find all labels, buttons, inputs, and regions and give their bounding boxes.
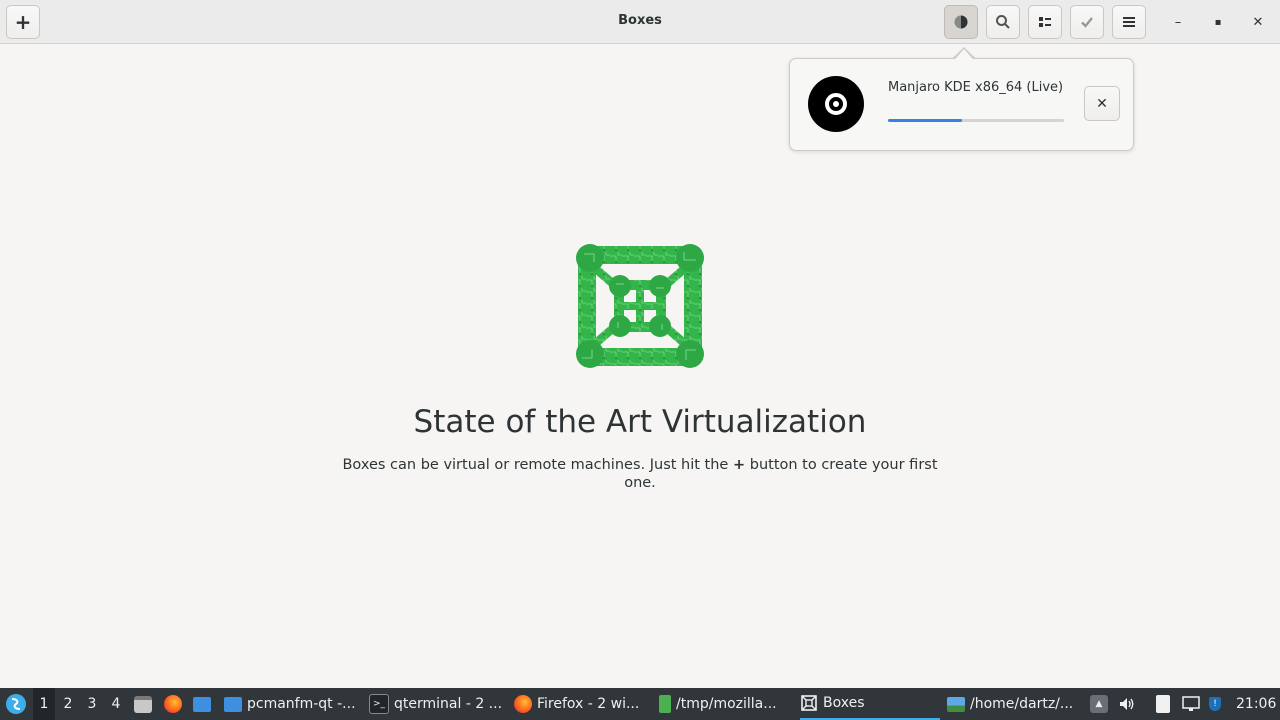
download-progress-fill: [888, 119, 962, 122]
network-button[interactable]: [1182, 688, 1204, 720]
description-plus: +: [732, 457, 746, 473]
main-menu-button[interactable]: [1112, 5, 1146, 39]
tray-expand-button[interactable]: ▲: [1090, 688, 1110, 720]
close-button[interactable]: ✕: [1247, 11, 1269, 33]
downloads-pie-icon: [954, 15, 968, 29]
maximize-icon: ▪: [1214, 16, 1222, 28]
description-text: Boxes can be virtual or remote machines.…: [342, 457, 733, 473]
workspace-label: 2: [63, 696, 73, 712]
workspace-4[interactable]: 4: [105, 688, 127, 720]
task-archive[interactable]: /tmp/mozilla...: [659, 688, 795, 720]
terminal-icon: >_: [369, 694, 389, 714]
clipboard-icon: [1156, 695, 1170, 713]
download-progress-bar: [888, 119, 1064, 122]
minimize-button[interactable]: –: [1167, 11, 1189, 33]
workspace-label: 3: [87, 696, 97, 712]
workspace-label: 4: [111, 696, 121, 712]
empty-state-description: Boxes can be virtual or remote machines.…: [340, 456, 940, 492]
task-label: pcmanfm-qt -...: [247, 696, 356, 712]
updates-button[interactable]: !: [1209, 688, 1227, 720]
network-icon: [1182, 696, 1200, 711]
clock-time: 21:06: [1236, 696, 1277, 712]
download-popover: Manjaro KDE x86_64 (Live) ✕: [789, 58, 1134, 151]
view-toggle-icon: [1039, 17, 1051, 27]
task-label: qterminal - 2 ...: [394, 696, 503, 712]
task-label: Firefox - 2 wi...: [537, 696, 640, 712]
quicklaunch-files[interactable]: [134, 688, 154, 720]
volume-button[interactable]: [1118, 688, 1140, 720]
folder-icon: [224, 696, 242, 712]
download-name: Manjaro KDE x86_64 (Live): [888, 80, 1064, 95]
header-bar: + Boxes – ▪ ✕: [0, 0, 1280, 44]
tray-arrow-icon: ▲: [1090, 695, 1108, 713]
task-label: /tmp/mozilla...: [676, 696, 777, 712]
maximize-button[interactable]: ▪: [1207, 11, 1229, 33]
workspace-1[interactable]: 1: [33, 688, 55, 720]
clipboard-button[interactable]: [1156, 688, 1176, 720]
task-qterminal[interactable]: >_ qterminal - 2 ...: [369, 688, 505, 720]
downloads-button[interactable]: [944, 5, 978, 39]
taskbar: 1 2 3 4 pcmanfm-qt -... >_ qterminal - 2…: [0, 688, 1280, 720]
quicklaunch-desktop[interactable]: [193, 688, 213, 720]
lxqt-logo-icon: [6, 694, 26, 714]
image-viewer-icon: [947, 696, 965, 712]
volume-icon: [1120, 698, 1134, 710]
task-boxes[interactable]: Boxes: [800, 688, 940, 720]
app-menu-button[interactable]: [4, 688, 28, 720]
view-toggle-button[interactable]: [1028, 5, 1062, 39]
task-label: Boxes: [823, 695, 865, 711]
close-icon: ✕: [1096, 95, 1108, 112]
task-image-viewer[interactable]: /home/dartz/...: [947, 688, 1083, 720]
search-icon: [996, 15, 1010, 29]
task-firefox[interactable]: Firefox - 2 wi...: [514, 688, 650, 720]
selection-mode-button[interactable]: [1070, 5, 1104, 39]
cancel-download-button[interactable]: ✕: [1084, 86, 1120, 121]
quicklaunch-firefox[interactable]: [164, 688, 184, 720]
minimize-icon: –: [1174, 14, 1182, 30]
checkmark-icon: [1081, 17, 1093, 28]
disc-media-icon: [808, 76, 864, 132]
task-pcmanfm[interactable]: pcmanfm-qt -...: [224, 688, 360, 720]
updates-shield-icon: !: [1209, 697, 1221, 711]
firefox-icon: [164, 695, 182, 713]
boxes-logo-icon: [576, 244, 704, 368]
workspace-2[interactable]: 2: [57, 688, 79, 720]
show-desktop-icon: [193, 696, 211, 712]
close-icon: ✕: [1252, 14, 1264, 30]
empty-state-title: State of the Art Virtualization: [413, 404, 867, 440]
search-button[interactable]: [986, 5, 1020, 39]
clock[interactable]: 21:06: [1236, 688, 1278, 720]
archive-icon: [659, 695, 671, 713]
file-manager-icon: [134, 695, 152, 713]
boxes-icon: [801, 695, 817, 711]
hamburger-menu-icon: [1123, 17, 1135, 27]
firefox-icon: [514, 695, 532, 713]
workspace-label: 1: [39, 696, 49, 712]
workspace-3[interactable]: 3: [81, 688, 103, 720]
popover-arrow-fill: [955, 49, 973, 59]
task-label: /home/dartz/...: [970, 696, 1074, 712]
